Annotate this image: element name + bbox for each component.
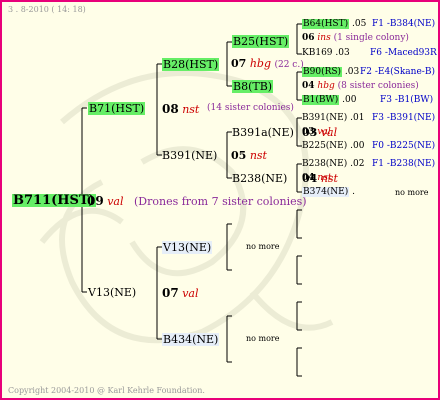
gen4-row-7: B391(NE) .01: [302, 113, 364, 124]
fm-year: 05: [231, 149, 247, 162]
ffm-queen-id[interactable]: B8(TB): [232, 80, 274, 93]
gen4-row-9-num: .00: [350, 141, 365, 151]
gen4-row-12-num: .: [352, 187, 356, 197]
gen4-row-12-no-more: no more: [395, 188, 429, 197]
gen4-row-7-ref[interactable]: F3 -B391(NE): [372, 113, 435, 124]
ff-queen-id[interactable]: B28(HST): [162, 58, 220, 71]
father-mark: nst: [182, 103, 200, 116]
footer-copyright: Copyright 2004-2010 @ Karl Kehrle Founda…: [8, 386, 205, 395]
gen4-row-11-year: 04: [302, 173, 315, 183]
gen4-row-7-num: .01: [350, 113, 365, 123]
root-drones-note: (Drones from 7 sister colonies): [134, 195, 307, 208]
fm-mark: nst: [249, 149, 267, 162]
gen4-row-10-ref[interactable]: F1 -B238(NE): [372, 159, 435, 170]
gen4-row-6-ref[interactable]: F3 -B1(BW): [380, 95, 433, 106]
gen4-row-5-note: (8 sister colonies): [337, 81, 419, 91]
gen4-row-8: 03 val: [302, 127, 331, 138]
mf-no-more: no more: [246, 242, 280, 251]
gen4-row-1-id[interactable]: B64(HST): [302, 19, 350, 29]
gen4-row-12-id[interactable]: B374(NE): [302, 187, 350, 197]
mother-year: 07: [162, 286, 179, 300]
gen4-row-1-num: .05: [351, 19, 367, 29]
gen4-row-8-mark: val: [317, 127, 331, 137]
gen4-row-10-id[interactable]: B238(NE): [302, 159, 347, 169]
gen4-row-5-mark: hbg: [317, 81, 335, 91]
gen4-row-2-note: (1 single colony): [333, 33, 409, 43]
gen4-row-4-num: .03: [344, 67, 360, 77]
gen4-row-7-id[interactable]: B391(NE): [302, 113, 347, 123]
gen4-row-4-id[interactable]: B90(RS): [302, 67, 343, 77]
root-mark: val: [107, 195, 124, 208]
gen4-row-3-num: .03: [335, 48, 350, 58]
gen4-row-1: B64(HST) .05: [302, 19, 366, 30]
gen4-row-9-id[interactable]: B225(NE): [302, 141, 347, 151]
gen4-row-6: B1(BW) .00: [302, 95, 356, 106]
father-queen-id[interactable]: B71(HST): [88, 102, 146, 115]
fm-queen-id[interactable]: B391(NE): [162, 149, 217, 162]
gen4-row-10-num: .02: [350, 159, 365, 169]
gen4-row-8-year: 03: [302, 127, 315, 137]
gen4-row-5: 04 hbg (8 sister colonies): [302, 81, 419, 92]
gen4-row-4-ref[interactable]: F2 -E4(Skane-B): [360, 67, 435, 78]
gen4-row-5-year: 04: [302, 81, 315, 91]
mother-year-mark: 07 val: [162, 286, 199, 301]
gen4-row-11: 04 nst: [302, 173, 331, 184]
fmm-queen-id[interactable]: B238(NE): [232, 172, 287, 185]
father-year: 08: [162, 102, 179, 116]
pedigree-chart: 3 . 8-2010 ( 14: 18) B711(HST) 09 val (D…: [0, 0, 440, 400]
fff-queen-id[interactable]: B25(HST): [232, 35, 290, 48]
gen4-row-3-id[interactable]: KB169: [302, 48, 333, 58]
father-year-mark: 08 nst: [162, 102, 200, 117]
gen4-row-11-mark: nst: [317, 173, 332, 183]
mm-queen-id[interactable]: B434(NE): [162, 333, 220, 346]
root-year: 09: [87, 194, 104, 208]
gen4-row-12: B374(NE) .: [302, 187, 355, 198]
mother-queen-id[interactable]: V13(NE): [88, 286, 136, 299]
gen4-row-10: B238(NE) .02: [302, 159, 364, 170]
fmf-queen-id[interactable]: B391a(NE): [232, 126, 294, 139]
mother-mark: val: [182, 287, 199, 300]
gen4-row-1-ref[interactable]: F1 -B384(NE): [372, 19, 435, 30]
header-date: 3 . 8-2010 ( 14: 18): [8, 5, 86, 14]
root-year-mark: 09 val: [87, 194, 124, 209]
gen4-row-3: KB169 .03: [302, 48, 350, 59]
mf-queen-id[interactable]: V13(NE): [162, 241, 213, 254]
gen4-row-2-year: 06: [302, 33, 315, 43]
ff-mark: hbg: [249, 57, 271, 70]
gen4-row-9: B225(NE) .00: [302, 141, 364, 152]
gen4-row-6-id[interactable]: B1(BW): [302, 95, 340, 105]
ff-note: (22 c.): [274, 60, 304, 70]
gen4-row-2-mark: ins: [317, 33, 331, 43]
gen4-row-6-num: .00: [342, 95, 357, 105]
fm-year-mark: 05 nst: [231, 149, 267, 162]
gen4-row-2: 06 ins (1 single colony): [302, 33, 409, 44]
gen4-row-4: B90(RS) .03: [302, 67, 359, 78]
gen4-row-3-ref[interactable]: F6 -Maced93R: [370, 48, 437, 59]
ff-year-mark: 07 hbg (22 c.): [231, 57, 304, 71]
father-note: (14 sister colonies): [207, 103, 294, 113]
gen4-row-9-ref[interactable]: F0 -B225(NE): [372, 141, 435, 152]
mm-no-more: no more: [246, 334, 280, 343]
root-queen-id[interactable]: B711(HST): [12, 194, 96, 207]
ff-year: 07: [231, 57, 247, 70]
